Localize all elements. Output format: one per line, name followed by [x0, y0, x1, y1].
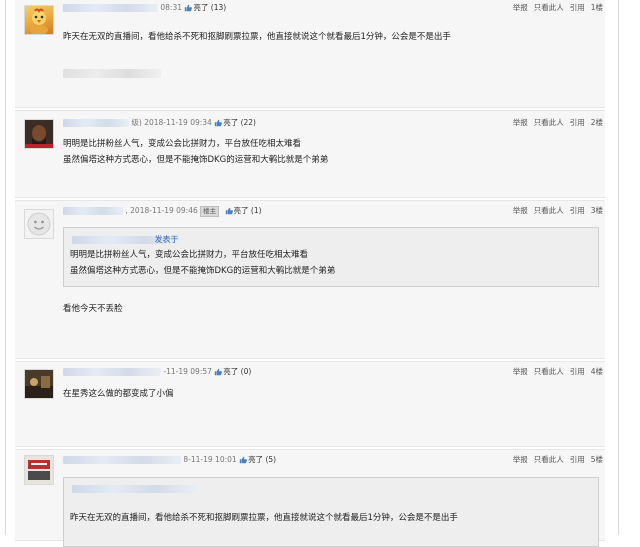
- quote-header: 发表于: [72, 234, 182, 244]
- floor-number: 2楼: [590, 118, 603, 127]
- post-meta: , 2018-11-19 09:46 楼主 亮了 (1): [63, 205, 262, 217]
- post-time: 2018-11-19 09:34: [144, 118, 212, 127]
- post-actions: 举报 只看此人 引用 1楼: [507, 2, 603, 14]
- avatar[interactable]: [24, 119, 54, 149]
- report-link[interactable]: 举报: [513, 206, 528, 215]
- photo-avatar-icon: [25, 456, 53, 484]
- only-this-user-link[interactable]: 只看此人: [534, 367, 564, 376]
- chicken-avatar-icon: [30, 8, 48, 34]
- post-time: -11-19 09:57: [163, 367, 212, 376]
- post-time: 8-11-19 10:01: [183, 455, 237, 464]
- quote-block: 发表于 明明是比拼粉丝人气，变成公会比拼财力，平台放任吃相太难看 虽然偏塔这种方…: [63, 227, 599, 287]
- thumb-up-icon: [215, 368, 223, 376]
- floor-number: 5楼: [590, 455, 603, 464]
- username-blurred[interactable]: [63, 368, 161, 376]
- only-this-user-link[interactable]: 只看此人: [534, 455, 564, 464]
- thumb-up-icon: [215, 119, 223, 127]
- thumb-up-icon: [225, 207, 233, 215]
- floor-number: 4楼: [590, 367, 603, 376]
- default-avatar-icon: [27, 212, 51, 236]
- username-blurred[interactable]: [63, 119, 129, 127]
- post-2: 级) 2018-11-19 09:34 亮了 (22) 举报 只看此人 引用 2楼 明…: [15, 110, 605, 198]
- quote-link[interactable]: 引用: [570, 206, 585, 215]
- photo-avatar-icon: [25, 370, 53, 398]
- post-content: 昨天在无双的直播间，看他给杀不死和抠脚刷票拉票，他直接就说这个就看最后1分钟，公…: [63, 32, 451, 42]
- quote-line-2: 虽然偏塔这种方式恶心，但是不能掩饰DKG的运营和大鹌比就是个弟弟: [70, 266, 336, 276]
- post-content: 在星秀这么做的都变成了小偏: [63, 389, 174, 399]
- post-content: 看他今天不丢脸: [63, 304, 123, 314]
- post-meta: 级) 2018-11-19 09:34 亮了 (22): [63, 117, 256, 129]
- report-link[interactable]: 举报: [513, 118, 528, 127]
- quote-posted-label: 发表于: [154, 235, 179, 244]
- quote-link[interactable]: 引用: [570, 367, 585, 376]
- post-4: -11-19 09:57 亮了 (0) 举报 只看此人 引用 4楼 在星秀这么做的都变…: [15, 361, 605, 447]
- only-this-user-link[interactable]: 只看此人: [534, 118, 564, 127]
- like-button[interactable]: 亮了 (0): [214, 367, 251, 376]
- quote-line-1: 明明是比拼粉丝人气，变成公会比拼财力，平台放任吃相太难看: [70, 250, 309, 260]
- quote-link[interactable]: 引用: [570, 118, 585, 127]
- only-this-user-link[interactable]: 只看此人: [534, 206, 564, 215]
- post-meta: 8-11-19 10:01 亮了 (5): [63, 454, 276, 466]
- quote-header: [72, 484, 197, 494]
- quote-link[interactable]: 引用: [570, 455, 585, 464]
- post-meta: -11-19 09:57 亮了 (0): [63, 366, 251, 378]
- report-link[interactable]: 举报: [513, 455, 528, 464]
- post-time: , 2018-11-19 09:46: [125, 206, 198, 215]
- post-time: 08:31: [160, 3, 183, 12]
- post-1: 08:31 亮了 (13) 举报 只看此人 引用 1楼 昨天在无双的直播间，看他给杀不…: [15, 0, 605, 108]
- quote-line-1: 昨天在无双的直播间，看他给杀不死和抠脚刷票拉票，他直接就说这个就看最后1分钟，公…: [70, 513, 458, 523]
- avatar[interactable]: [24, 209, 54, 239]
- like-button[interactable]: 亮了 (13): [184, 3, 226, 12]
- post-3: , 2018-11-19 09:46 楼主 亮了 (1) 举报 只看此人 引用 3楼 …: [15, 200, 605, 359]
- post-actions: 举报 只看此人 引用 5楼: [507, 454, 603, 466]
- username-blurred[interactable]: [63, 456, 181, 464]
- like-button[interactable]: 亮了 (5): [239, 455, 276, 464]
- post-content-line-1: 明明是比拼粉丝人气，变成公会比拼财力，平台放任吃相太难看: [63, 139, 302, 149]
- only-this-user-link[interactable]: 只看此人: [534, 3, 564, 12]
- thumb-up-icon: [185, 4, 193, 12]
- quote-block: 昨天在无双的直播间，看他给杀不死和抠脚刷票拉票，他直接就说这个就看最后1分钟，公…: [63, 477, 599, 547]
- avatar[interactable]: [24, 369, 54, 399]
- like-button[interactable]: 亮了 (1): [225, 206, 262, 215]
- username-blurred[interactable]: [63, 207, 123, 215]
- post-5: 8-11-19 10:01 亮了 (5) 举报 只看此人 引用 5楼 昨天在无双的直播…: [15, 449, 605, 547]
- post-meta: 08:31 亮了 (13): [63, 2, 226, 14]
- post-actions: 举报 只看此人 引用 4楼: [507, 366, 603, 378]
- quoted-username-blurred[interactable]: [72, 484, 197, 493]
- like-button[interactable]: 亮了 (22): [214, 118, 256, 127]
- avatar[interactable]: [24, 5, 54, 35]
- post-actions: 举报 只看此人 引用 3楼: [507, 205, 603, 217]
- signature-blurred: [63, 69, 161, 78]
- post-actions: 举报 只看此人 引用 2楼: [507, 117, 603, 129]
- report-link[interactable]: 举报: [513, 367, 528, 376]
- floor-number: 3楼: [590, 206, 603, 215]
- username-blurred[interactable]: [63, 4, 158, 12]
- op-badge: 楼主: [200, 205, 220, 217]
- report-link[interactable]: 举报: [513, 3, 528, 12]
- post-content-line-2: 虽然偏塔这种方式恶心，但是不能掩饰DKG的运营和大鹌比就是个弟弟: [63, 155, 329, 165]
- avatar[interactable]: [24, 455, 54, 485]
- floor-number: 1楼: [590, 3, 603, 12]
- quote-link[interactable]: 引用: [570, 3, 585, 12]
- portrait-avatar-icon: [25, 120, 53, 148]
- user-level: 级): [131, 118, 142, 127]
- thumb-up-icon: [239, 456, 247, 464]
